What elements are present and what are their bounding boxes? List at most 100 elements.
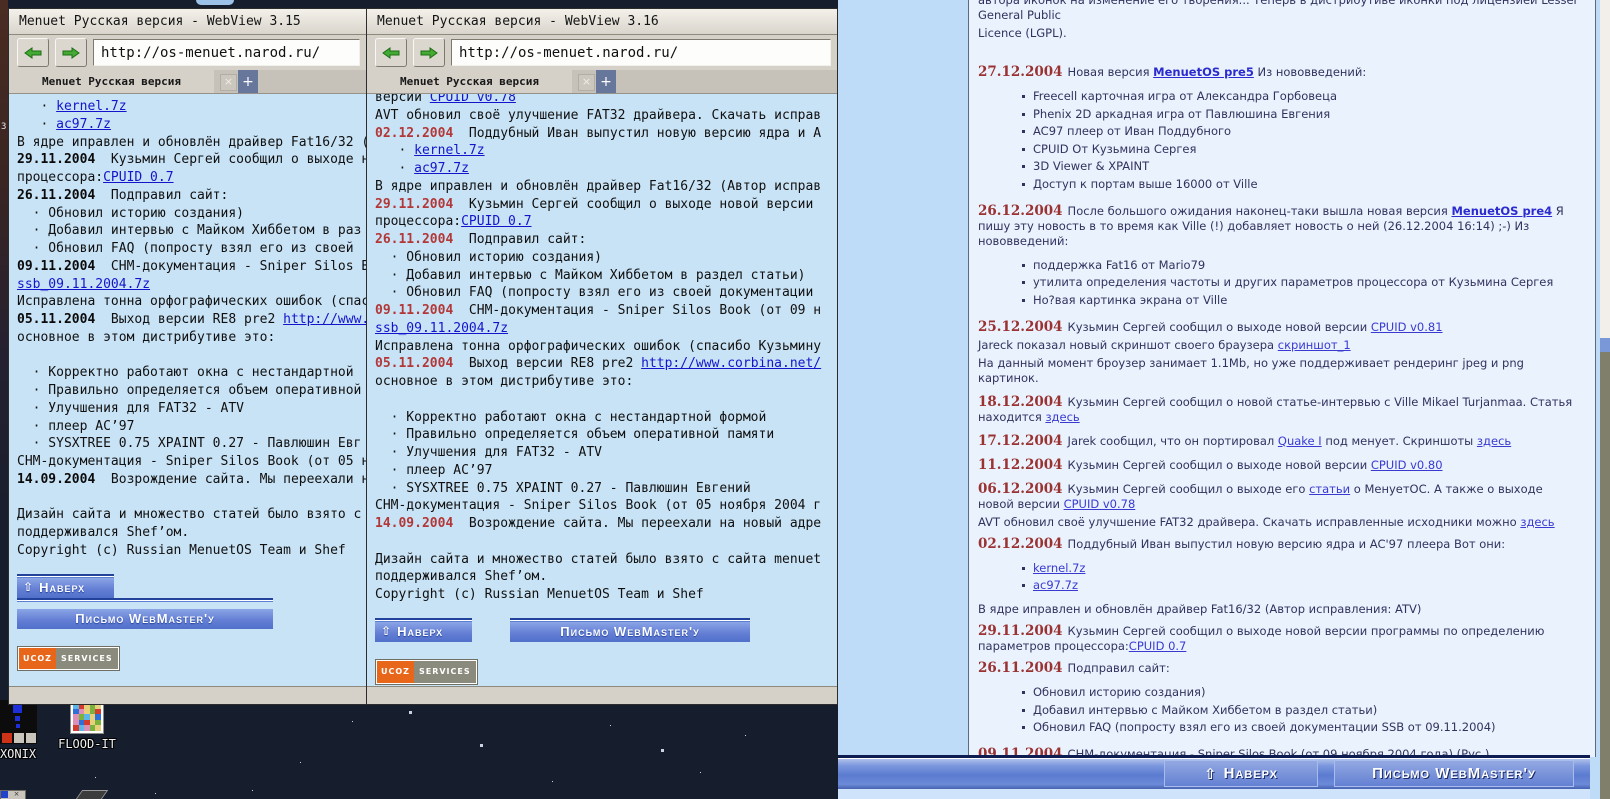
text: · Корректно работают окна с нестандартно… [17,365,354,381]
text: · Правильно определяется объем оперативн… [375,427,775,443]
desktop-icon-xonix[interactable]: XONIX [0,700,42,761]
tab-menuet[interactable]: Menuet Русская версия [9,70,214,93]
text-line: · Правильно определяется объем оперативн… [17,382,366,400]
text: В ядре иправлен и обновлён драйвер Fat16… [17,134,366,150]
link[interactable]: kernel.7z [1033,561,1085,575]
url-input[interactable]: http://os-menuet.narod.ru/ [451,39,831,66]
mail-webmaster-button[interactable]: Письмо WebMaster'у [1334,760,1574,787]
bullet-list: Обновил историю создания) Добавил интервь… [1020,685,1581,735]
link[interactable]: здесь [1520,515,1554,529]
webview-viewport[interactable]: версии CPUID v0.78 AVT обновил своё улучш… [367,94,837,686]
text: 26.11.2004 [17,187,96,203]
page-text: · kernel.7z · ac97.7z В ядре иправлен и о… [17,98,366,560]
text: утилита определения частоты и других пар… [1033,275,1554,289]
window-titlebar[interactable]: Menuet Русская версия - WebView 3.16 [367,9,837,35]
link[interactable]: ssb_09.11.2004.7z [375,321,508,336]
link[interactable]: CPUID 0.7 [103,170,173,185]
link[interactable]: ac97.7z [56,117,111,132]
link[interactable]: здесь [1045,410,1079,424]
browser-toolbar: http://os-menuet.narod.ru/ [9,35,366,70]
forward-button[interactable] [55,38,87,67]
bullet-item: Но?вая картинка экрана от Ville [1020,293,1581,308]
link[interactable]: kernel.7z [414,143,484,158]
text: поддерживался Shef’ом. [17,525,190,540]
entry-date: 02.12.2004 [978,535,1063,552]
tab-menuet[interactable]: Menuet Русская версия [367,70,572,93]
text: Jareck показал новый скриншот своего бра… [978,337,1278,352]
ucoz-services-badge[interactable]: UCOZ SERVICES [17,645,120,672]
new-tab-button[interactable]: + [596,70,616,93]
link[interactable]: CPUID v0.78 [1064,497,1136,511]
text: под менует. Скриншоты [1321,433,1477,448]
scroll-top-button[interactable]: ⇧ Наверх [1164,760,1318,787]
link[interactable]: скриншот_1 [1278,338,1351,352]
text: 14.09.2004 [17,471,96,487]
reference-browser-page: автора иконок на изменение его творения.… [838,0,1600,799]
desktop-icon-flood-it[interactable]: FLOOD-IT [56,700,118,751]
text: процессора: [17,170,104,185]
scrollbar-thumb[interactable] [1600,338,1610,352]
link[interactable]: CPUID 0.7 [461,214,531,229]
text-line [17,347,366,365]
news-article-area[interactable]: автора иконок на изменение его творения.… [968,0,1596,757]
text: поддержка Fat16 от Mario79 [1033,257,1206,272]
link[interactable]: статьи [1309,482,1350,496]
text: После большого ожидания наконец-таки выш… [1067,203,1452,218]
news-entry: 11.12.2004 Кузьмин Сергей сообщил о выход… [978,457,1581,473]
url-input[interactable]: http://os-menuet.narod.ru/ [93,39,360,66]
page-buttons: ⇧ Наверх Письмо WebMaster'у [375,617,837,642]
news-entry: 06.12.2004 Кузьмин Сергей сообщил о выход… [978,480,1581,512]
ucoz-label: UCOZ [19,647,56,670]
window-titlebar[interactable]: Menuet Русская версия - WebView 3.15 [9,9,366,35]
link[interactable]: CPUID v0.78 [430,94,516,105]
link[interactable]: CPUID v0.81 [1371,320,1443,334]
entry-date: 17.12.2004 [978,432,1063,449]
text: Copyright (c) Russian MenuetOS Team и Sh… [17,542,346,558]
scrollbar-track[interactable] [1600,0,1610,338]
text: 05.11.2004 [375,356,454,372]
entry-date: 06.12.2004 [978,480,1063,497]
text-line: CHM-документация - Sniper Silos Book (от… [17,453,366,471]
ucoz-services-badge[interactable]: UCOZ SERVICES [375,658,478,685]
scroll-to-top-wrap: ⇧ Наверх [17,573,114,598]
link[interactable]: CPUID v0.80 [1371,458,1443,472]
text-line: 09.11.2004 CHM-документация - Sniper Sil… [375,302,837,320]
text-line: 05.11.2004 Выход версии RE8 pre2 http://… [375,355,837,373]
text: В ядре иправлен и обновлён драйвер Fat16… [375,178,822,194]
back-button[interactable] [17,38,49,67]
mail-webmaster-button[interactable]: Письмо WebMaster'у [17,608,273,629]
link[interactable]: Quake I [1278,434,1322,448]
new-tab-button[interactable]: + [238,70,258,93]
back-button[interactable] [375,38,407,67]
link[interactable]: здесь [1477,434,1511,448]
link[interactable]: MenuetOS pre5 [1153,65,1254,79]
text: Добавил интервью с Майком Хиббетом в раз… [1033,702,1378,717]
text: Выход версии RE8 pre2 [95,312,284,327]
forward-button[interactable] [413,38,445,67]
tab-close-button[interactable]: × [578,74,595,91]
text: Из нововведений: [1253,65,1367,79]
text-line: 26.11.2004 Подправил сайт: [17,187,366,205]
link[interactable]: http://www. [283,312,366,327]
text: Дизайн сайта и множество статей было взя… [17,507,362,523]
link[interactable]: ssb_09.11.2004.7z [17,277,150,292]
link[interactable]: MenuetOS pre4 [1451,204,1552,218]
link[interactable]: http://www.corbina.net/ [641,356,821,371]
tab-close-button[interactable]: × [220,74,237,91]
text: Обновил FAQ (попросту взял его из своей … [1033,720,1496,734]
text: поддерживался Shef’ом. [375,569,548,585]
link[interactable]: kernel.7z [56,99,126,114]
link[interactable]: ac97.7z [1033,578,1078,592]
page-text: версии CPUID v0.78 AVT обновил своё улучш… [375,94,837,604]
mail-webmaster-button[interactable]: Письмо WebMaster'у [510,621,750,642]
link[interactable]: CPUID 0.7 [1129,639,1187,653]
webview-viewport[interactable]: · kernel.7z · ac97.7z В ядре иправлен и о… [9,94,366,686]
scroll-top-button[interactable]: ⇧ Наверх [375,621,472,642]
back-arrow-icon [382,46,400,59]
mail-webmaster-label: Письмо WebMaster'у [1372,765,1536,782]
link[interactable]: ac97.7z [414,161,469,176]
scroll-top-button[interactable]: ⇧ Наверх [17,577,114,598]
webview-315-window: Menuet Русская версия - WebView 3.15 htt… [8,8,367,705]
mail-webmaster-wrap: Письмо WebMaster'у [17,597,273,629]
text: · плеер AC’97 [375,462,493,478]
